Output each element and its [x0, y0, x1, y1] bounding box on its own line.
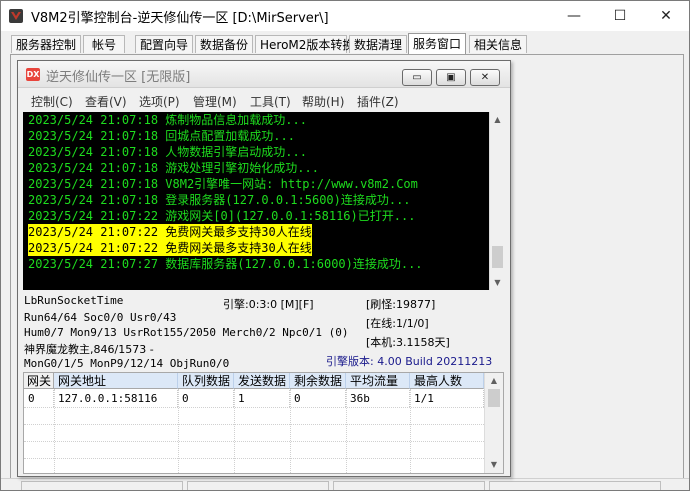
log-line: 2023/5/24 21:07:18 回城点配置加载成功...: [28, 129, 295, 143]
hum-stats: Hum0/7 Mon9/13 UsrRot155/2050 Merch0/2 N…: [24, 326, 349, 339]
menu-help[interactable]: 帮助(H): [302, 93, 344, 110]
menu-plugins[interactable]: 插件(Z): [357, 93, 399, 110]
menu-manage[interactable]: 管理(M): [193, 93, 237, 110]
local-uptime: [本机:3.1158天]: [366, 336, 450, 349]
scroll-down-icon[interactable]: ▼: [485, 457, 503, 472]
grid-line: [410, 389, 411, 473]
grid-line: [178, 389, 179, 473]
status-cell: [187, 481, 329, 490]
server-minimize-button[interactable]: ▭: [402, 69, 432, 86]
boss-status: 神界魔龙教主,846/1573 -: [24, 343, 154, 356]
grid-line: [346, 389, 347, 473]
log-line: 2023/5/24 21:07:18 人物数据引擎启动成功...: [28, 145, 307, 159]
table-scrollbar[interactable]: ▲ ▼: [484, 373, 503, 473]
menu-options[interactable]: 选项(P): [139, 93, 180, 110]
scroll-thumb[interactable]: [488, 389, 500, 407]
engine-version: 引擎版本: 4.00 Build 20211213: [326, 355, 493, 368]
table-cell[interactable]: 0: [24, 390, 54, 407]
grid-line: [24, 424, 484, 425]
tab-data-cleanup[interactable]: 数据清理: [349, 35, 407, 53]
log-line-highlighted: 2023/5/24 21:07:22 免费网关最多支持30人在线: [28, 240, 312, 256]
status-cell: [333, 481, 485, 490]
log-line-highlighted: 2023/5/24 21:07:22 免费网关最多支持30人在线: [28, 224, 312, 240]
server-window-title-bar: DX 逆天修仙传一区 [无限版] ▭ ▣ ✕: [18, 61, 510, 88]
tab-service-window[interactable]: 服务窗口: [408, 33, 466, 54]
tab-related-info[interactable]: 相关信息: [469, 35, 527, 53]
status-cell: [489, 481, 661, 490]
col-header-remaining-data[interactable]: 剩余数据: [290, 373, 346, 389]
log-line: 2023/5/24 21:07:27 数据库服务器(127.0.0.1:6000…: [28, 257, 423, 271]
status-cell: [21, 481, 183, 490]
menu-view[interactable]: 查看(V): [85, 93, 127, 110]
log-console[interactable]: 2023/5/24 21:07:18 炼制物品信息加载成功... 2023/5/…: [23, 112, 489, 290]
grid-line: [54, 389, 55, 473]
server-window-title: 逆天修仙传一区 [无限版]: [46, 70, 191, 85]
log-line: 2023/5/24 21:07:18 游戏处理引擎初始化成功...: [28, 161, 319, 175]
table-cell[interactable]: 36b: [346, 390, 410, 407]
tab-herom2-convert[interactable]: HeroM2版本转换: [255, 35, 354, 53]
table-cell[interactable]: 127.0.0.1:58116: [54, 390, 178, 407]
table-cell[interactable]: 0: [290, 390, 346, 407]
table-cell[interactable]: 0: [178, 390, 234, 407]
scroll-down-icon[interactable]: ▼: [490, 275, 505, 290]
grid-line: [24, 458, 484, 459]
col-header-avg-traffic[interactable]: 平均流量: [346, 373, 410, 389]
scroll-up-icon[interactable]: ▲: [490, 112, 505, 127]
server-window: DX 逆天修仙传一区 [无限版] ▭ ▣ ✕ 控制(C) 查看(V) 选项(P)…: [17, 60, 511, 477]
gateway-table: 网关 网关地址 队列数据 发送数据 剩余数据 平均流量 最高人数 0 127.0…: [23, 372, 504, 474]
online-count: [在线:1/1/0]: [366, 317, 429, 330]
close-button[interactable]: ✕: [643, 1, 689, 31]
tab-account[interactable]: 帐号: [83, 35, 125, 53]
run-stats: Run64/64 Soc0/0 Usr0/43: [24, 311, 177, 324]
col-header-max-users[interactable]: 最高人数: [410, 373, 484, 389]
lb-run-socket-time: LbRunSocketTime: [24, 294, 124, 307]
grid-line: [24, 441, 484, 442]
engine-status: 引擎:0:3:0 [M][F]: [223, 298, 314, 311]
table-cell[interactable]: 1/1: [410, 390, 484, 407]
scroll-thumb[interactable]: [492, 246, 503, 268]
tab-config-wizard[interactable]: 配置向导: [135, 35, 193, 53]
log-line: 2023/5/24 21:07:18 登录服务器(127.0.0.1:5600)…: [28, 193, 411, 207]
minimize-button[interactable]: —: [551, 1, 597, 31]
refresh-count: [刷怪:19877]: [366, 298, 436, 311]
col-header-gateway-address[interactable]: 网关地址: [54, 373, 178, 389]
tab-server-control[interactable]: 服务器控制: [11, 35, 81, 53]
dx-app-icon: DX: [26, 68, 40, 81]
col-header-queue-data[interactable]: 队列数据: [178, 373, 234, 389]
log-line: 2023/5/24 21:07:18 V8M2引擎唯一网站: http://ww…: [28, 177, 418, 191]
grid-line: [290, 389, 291, 473]
server-menu-bar: 控制(C) 查看(V) 选项(P) 管理(M) 工具(T) 帮助(H) 插件(Z…: [18, 90, 510, 110]
table-cell[interactable]: 1: [234, 390, 290, 407]
col-header-gateway[interactable]: 网关: [24, 373, 54, 389]
main-window: V8M2引擎控制台-逆天修仙传一区 [D:\MirServer\] — ☐ ✕ …: [0, 0, 690, 491]
log-line: 2023/5/24 21:07:22 游戏网关[0](127.0.0.1:581…: [28, 209, 416, 223]
server-close-button[interactable]: ✕: [470, 69, 500, 86]
grid-line: [234, 389, 235, 473]
window-title: V8M2引擎控制台-逆天修仙传一区 [D:\MirServer\]: [31, 11, 329, 26]
log-scrollbar[interactable]: ▲ ▼: [489, 112, 505, 290]
log-line: 2023/5/24 21:07:18 炼制物品信息加载成功...: [28, 113, 307, 127]
menu-tools[interactable]: 工具(T): [250, 93, 291, 110]
col-header-sent-data[interactable]: 发送数据: [234, 373, 290, 389]
bottom-status-strip: [1, 478, 689, 490]
menu-control[interactable]: 控制(C): [31, 93, 73, 110]
title-bar: V8M2引擎控制台-逆天修仙传一区 [D:\MirServer\] — ☐ ✕: [1, 1, 689, 31]
maximize-button[interactable]: ☐: [597, 1, 643, 31]
mon-stats: MonG0/1/5 MonP9/12/14 ObjRun0/0: [24, 357, 230, 370]
tab-data-backup[interactable]: 数据备份: [195, 35, 253, 53]
scroll-up-icon[interactable]: ▲: [485, 373, 503, 388]
grid-line: [24, 407, 484, 408]
server-restore-button[interactable]: ▣: [436, 69, 466, 86]
app-logo-icon: [9, 9, 23, 23]
tab-strip: 服务器控制 帐号 配置向导 数据备份 HeroM2版本转换 数据清理 服务窗口 …: [11, 33, 671, 55]
